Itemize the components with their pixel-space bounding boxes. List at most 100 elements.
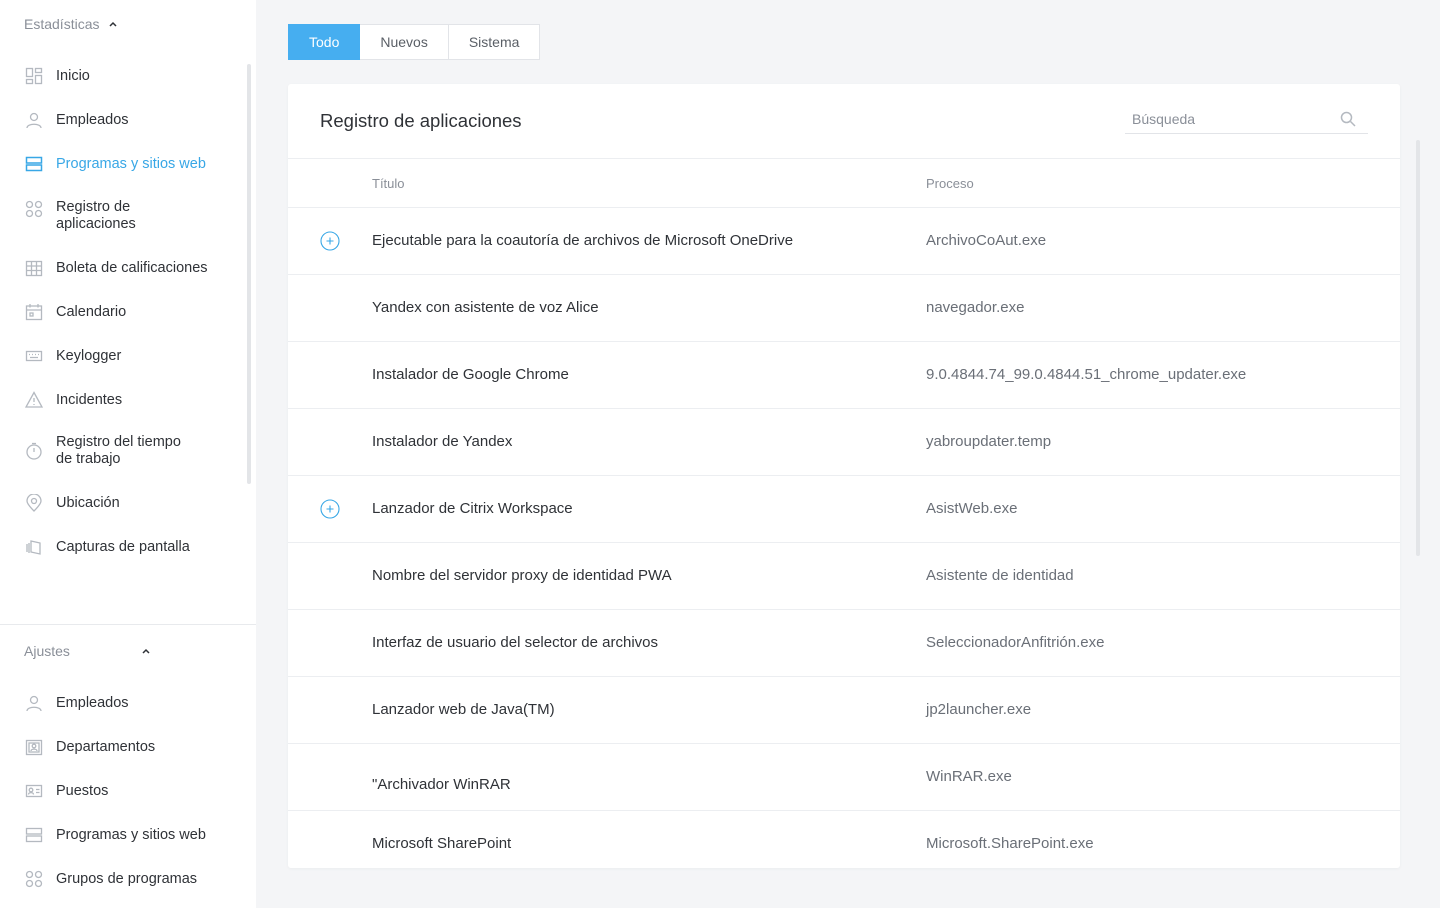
filter-tabs: Todo Nuevos Sistema: [288, 24, 541, 60]
sidebar-item-calendario[interactable]: Calendario: [24, 302, 234, 322]
row-process: navegador.exe: [926, 299, 1025, 316]
table-row[interactable]: Instalador de Yandex yabroupdater.temp: [288, 408, 1400, 475]
header-divider: [288, 158, 1400, 159]
sidebar-divider: [0, 624, 256, 625]
row-process: SeleccionadorAnfitrión.exe: [926, 634, 1105, 651]
tab-nuevos[interactable]: Nuevos: [360, 24, 449, 60]
row-process: Asistente de identidad: [926, 567, 1074, 584]
table-row[interactable]: Nombre del servidor proxy de identidad P…: [288, 542, 1400, 609]
settings-item-puestos[interactable]: Puestos: [24, 781, 234, 801]
dashboard-grid-icon: [24, 66, 44, 86]
sidebar-item-label: Boleta de calificaciones: [56, 259, 208, 276]
row-title: "Archivador WinRAR: [372, 776, 511, 793]
sidebar-scrollbar[interactable]: [247, 64, 251, 484]
department-badge-icon: [24, 737, 44, 757]
row-title: Instalador de Yandex: [372, 433, 513, 450]
sidebar-item-label: Calendario: [56, 303, 127, 320]
table-grid-icon: [24, 258, 44, 278]
sidebar-item-ubicacion[interactable]: Ubicación: [24, 493, 234, 513]
sidebar-item-programas[interactable]: Programas y sitios web: [24, 154, 234, 174]
row-process: yabroupdater.temp: [926, 433, 1052, 450]
row-title: Lanzador web de Java(TM): [372, 701, 555, 718]
row-title: Microsoft SharePoint: [372, 835, 512, 852]
row-process: ArchivoCoAut.exe: [926, 232, 1047, 249]
row-process: jp2launcher.exe: [926, 701, 1032, 718]
column-header-title[interactable]: Título: [372, 176, 405, 191]
tab-sistema[interactable]: Sistema: [448, 24, 541, 60]
chevron-up-icon: [109, 21, 118, 27]
table-row[interactable]: Ejecutable para la coautoría de archivos…: [288, 207, 1400, 274]
content-scrollbar[interactable]: [1416, 140, 1420, 556]
sidebar-item-label: Puestos: [56, 782, 109, 799]
warning-triangle-icon: [24, 390, 44, 410]
sidebar-item-tiempo-trabajo[interactable]: Registro del tiempo de trabajo: [24, 434, 234, 468]
sidebar-item-label: Programas y sitios web: [56, 155, 206, 172]
sidebar-item-registro-aplicaciones[interactable]: Registro de aplicaciones: [24, 199, 234, 233]
sidebar-item-label: Empleados: [56, 111, 129, 128]
sidebar-item-empleados[interactable]: Empleados: [24, 110, 234, 130]
settings-item-programas[interactable]: Programas y sitios web: [24, 825, 234, 845]
table-row[interactable]: Lanzador web de Java(TM) jp2launcher.exe: [288, 676, 1400, 743]
sidebar-item-label: Capturas de pantalla: [56, 538, 190, 555]
user-icon: [24, 110, 44, 130]
search-box: [1125, 104, 1368, 134]
sidebar-item-label: Keylogger: [56, 347, 122, 364]
server-stack-icon: [24, 825, 44, 845]
tab-todo[interactable]: Todo: [288, 24, 361, 60]
keyboard-icon: [24, 346, 44, 366]
settings-section-toggle[interactable]: Ajustes: [24, 643, 152, 659]
sidebar-item-label: Registro del tiempo de trabajo: [56, 434, 181, 467]
table-row[interactable]: Interfaz de usuario del selector de arch…: [288, 609, 1400, 676]
settings-item-empleados[interactable]: Empleados: [24, 693, 234, 713]
settings-item-departamentos[interactable]: Departamentos: [24, 737, 234, 757]
row-title: Nombre del servidor proxy de identidad P…: [372, 567, 672, 584]
chevron-up-icon: [142, 648, 150, 654]
settings-item-grupos[interactable]: Grupos de programas: [24, 869, 234, 889]
search-icon[interactable]: [1340, 111, 1356, 127]
sidebar-item-label: Ubicación: [56, 494, 120, 511]
row-title: Lanzador de Citrix Workspace: [372, 500, 573, 517]
table-row[interactable]: Microsoft SharePoint Microsoft.SharePoin…: [288, 810, 1400, 868]
sidebar-item-label: Grupos de programas: [56, 870, 198, 887]
card-title: Registro de aplicaciones: [320, 110, 522, 131]
search-input[interactable]: [1125, 110, 1325, 127]
sidebar-item-label: Programas y sitios web: [56, 826, 206, 843]
applications-card: Registro de aplicaciones Título Proceso …: [288, 84, 1400, 868]
sidebar: Estadísticas Inicio Empleados Programas …: [0, 0, 256, 908]
screenshots-stack-icon: [24, 537, 44, 557]
expand-plus-icon[interactable]: [320, 499, 340, 519]
sidebar-item-keylogger[interactable]: Keylogger: [24, 346, 234, 366]
sidebar-item-boleta[interactable]: Boleta de calificaciones: [24, 258, 234, 278]
sidebar-item-inicio[interactable]: Inicio: [24, 66, 234, 86]
expand-plus-icon[interactable]: [320, 231, 340, 251]
sidebar-item-label: Inicio: [56, 67, 90, 84]
row-title: Interfaz de usuario del selector de arch…: [372, 634, 658, 651]
row-process: 9.0.4844.74_99.0.4844.51_chrome_updater.…: [926, 366, 1247, 383]
sidebar-item-capturas[interactable]: Capturas de pantalla: [24, 537, 234, 557]
row-title: Yandex con asistente de voz Alice: [372, 299, 599, 316]
table-row[interactable]: "Archivador WinRAR WinRAR.exe: [288, 743, 1400, 810]
row-process: Microsoft.SharePoint.exe: [926, 835, 1094, 852]
sidebar-item-label: Incidentes: [56, 391, 123, 408]
apps-grid-icon: [24, 869, 44, 889]
stats-section-heading: Estadísticas: [24, 16, 100, 32]
user-icon: [24, 693, 44, 713]
row-title: Ejecutable para la coautoría de archivos…: [372, 232, 794, 249]
sidebar-item-label: Departamentos: [56, 738, 156, 755]
stats-section-toggle[interactable]: Estadísticas: [24, 16, 119, 32]
calendar-icon: [24, 302, 44, 322]
apps-grid-icon: [24, 199, 44, 219]
id-card-icon: [24, 781, 44, 801]
row-process: WinRAR.exe: [926, 768, 1012, 785]
column-header-process[interactable]: Proceso: [926, 176, 974, 191]
settings-section-heading: Ajustes: [24, 643, 70, 659]
server-stack-icon: [24, 154, 44, 174]
sidebar-item-incidentes[interactable]: Incidentes: [24, 390, 234, 410]
table-row[interactable]: Lanzador de Citrix Workspace AsistWeb.ex…: [288, 475, 1400, 542]
row-title: Instalador de Google Chrome: [372, 366, 569, 383]
table-row[interactable]: Instalador de Google Chrome 9.0.4844.74_…: [288, 341, 1400, 408]
location-pin-icon: [24, 493, 44, 513]
sidebar-item-label: Registro de aplicaciones: [56, 199, 136, 232]
table-row[interactable]: Yandex con asistente de voz Alice navega…: [288, 274, 1400, 341]
sidebar-item-label: Empleados: [56, 694, 129, 711]
